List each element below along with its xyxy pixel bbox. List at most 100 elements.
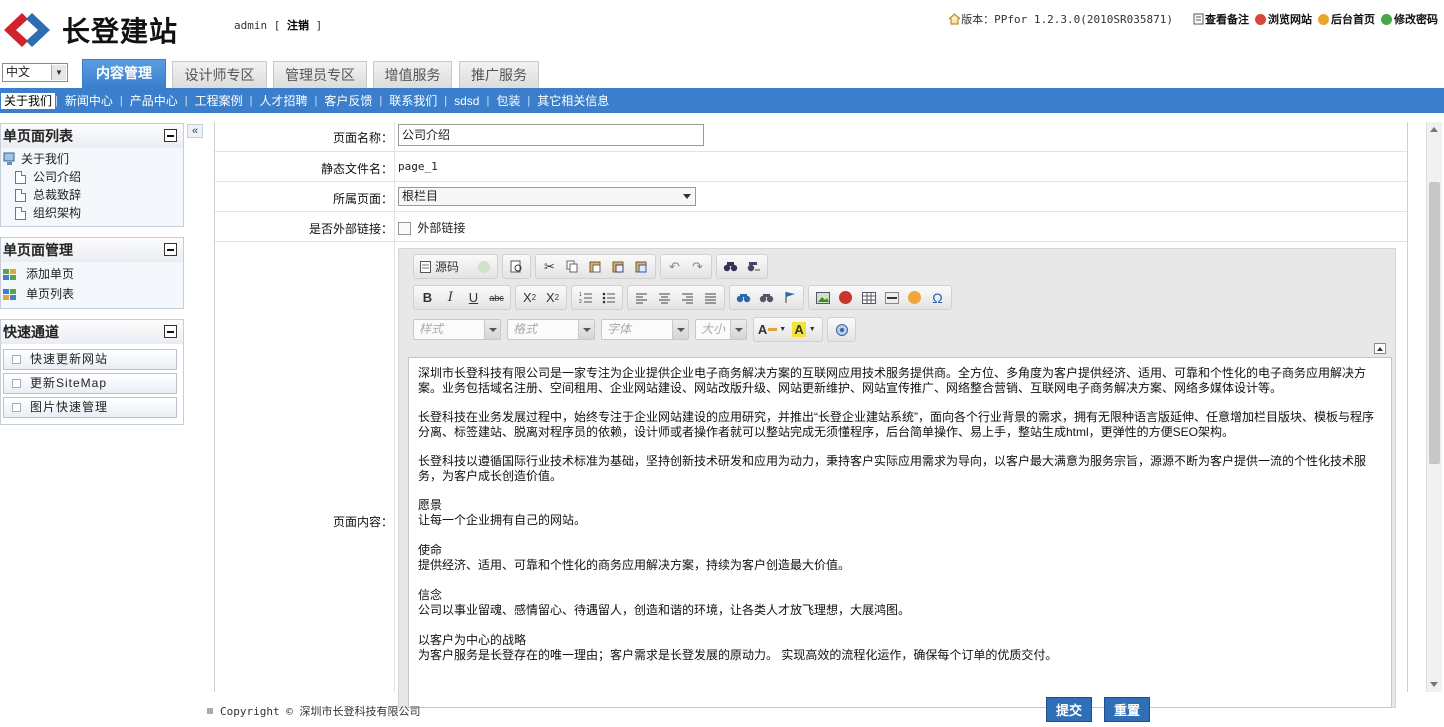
align-right-icon[interactable] <box>676 287 699 308</box>
page-list-link[interactable]: 单页列表 <box>1 284 183 304</box>
tab-content-management[interactable]: 内容管理 <box>82 59 166 88</box>
update-sitemap-button[interactable]: 更新SiteMap <box>3 373 177 394</box>
special-char-icon[interactable]: Ω <box>926 287 949 308</box>
bullet-icon <box>12 403 21 412</box>
image-manage-button[interactable]: 图片快速管理 <box>3 397 177 418</box>
bold-icon[interactable]: B <box>416 287 439 308</box>
tab-admin-zone[interactable]: 管理员专区 <box>273 61 367 88</box>
table-icon[interactable] <box>857 287 880 308</box>
language-select[interactable]: 中文 ▼ <box>2 63 68 82</box>
tree-item-org[interactable]: 组织架构 <box>1 204 183 222</box>
subnav-cases[interactable]: 工程案例 <box>188 93 250 109</box>
underline-icon[interactable]: U <box>462 287 485 308</box>
source-button[interactable]: 源码 <box>416 256 472 277</box>
editor-content-area[interactable]: 深圳市长登科技有限公司是一家专注为企业提供企业电子商务解决方案的互联网应用技术服… <box>408 357 1392 708</box>
smiley-icon[interactable] <box>903 287 926 308</box>
subnav-jobs[interactable]: 人才招聘 <box>253 93 315 109</box>
note-icon <box>1193 13 1204 25</box>
subnav-about[interactable]: 关于我们 <box>1 92 56 109</box>
parent-page-select[interactable]: 根栏目 <box>398 187 696 206</box>
tab-value-added[interactable]: 增值服务 <box>373 61 452 88</box>
bg-color-icon[interactable]: A ▼ <box>788 319 820 340</box>
reset-button[interactable]: 重置 <box>1104 697 1150 722</box>
scroll-thumb[interactable] <box>1429 182 1440 464</box>
copyright-text: Copyright © 深圳市长登科技有限公司 <box>220 705 421 718</box>
anchor-flag-icon[interactable] <box>778 287 801 308</box>
tree-item-ceo[interactable]: 总裁致辞 <box>1 186 183 204</box>
subnav-products[interactable]: 产品中心 <box>123 93 185 109</box>
italic-icon[interactable]: I <box>439 287 462 308</box>
link-icon[interactable] <box>732 287 755 308</box>
browse-site-link[interactable]: 浏览网站 <box>1255 11 1312 27</box>
align-left-icon[interactable] <box>630 287 653 308</box>
add-page-link[interactable]: 添加单页 <box>1 264 183 284</box>
strike-icon[interactable]: abc <box>485 287 508 308</box>
quick-update-button[interactable]: 快速更新网站 <box>3 349 177 370</box>
collapse-icon[interactable] <box>164 325 177 338</box>
ordered-list-icon[interactable]: 12 <box>574 287 597 308</box>
tree-root[interactable]: 关于我们 <box>1 150 183 168</box>
image-icon[interactable] <box>811 287 834 308</box>
subnav-packaging[interactable]: 包装 <box>489 93 527 109</box>
quick-title: 快速通道 <box>1 320 183 344</box>
format-combo[interactable]: 格式 <box>507 319 595 340</box>
cut-icon[interactable]: ✂ <box>538 256 561 277</box>
admin-home-link[interactable]: 后台首页 <box>1318 11 1375 27</box>
flash-icon[interactable] <box>834 287 857 308</box>
rich-text-editor: 源码 ✂ ↶ ↷ B I U abc X 2 X 2 1 2 Ω 样式 格式 字… <box>398 248 1396 708</box>
copy-icon[interactable] <box>561 256 584 277</box>
subnav-sdsd[interactable]: sdsd <box>447 93 486 109</box>
change-password-link[interactable]: 修改密码 <box>1381 11 1438 27</box>
editor-collapse-icon[interactable] <box>1374 343 1386 354</box>
subnav-contact[interactable]: 联系我们 <box>382 93 444 109</box>
unlink-icon[interactable] <box>755 287 778 308</box>
paste-word-icon[interactable] <box>630 256 653 277</box>
row-page-name: 页面名称： 公司介绍 <box>215 122 1407 152</box>
content-paragraph: 公司以事业留魂、感情留心、待遇留人，创造和谐的环境，让各类人才放飞理想，大展鸿图… <box>418 603 911 617</box>
tab-designer-zone[interactable]: 设计师专区 <box>172 61 267 88</box>
font-combo[interactable]: 字体 <box>601 319 689 340</box>
page-content-label: 页面内容： <box>332 515 393 529</box>
horizontal-rule-icon[interactable] <box>880 287 903 308</box>
subnav-news[interactable]: 新闻中心 <box>58 93 120 109</box>
view-notes-link[interactable]: 查看备注 <box>1193 11 1249 27</box>
show-blocks-icon[interactable] <box>830 319 853 340</box>
content-heading: 以客户为中心的战略 <box>418 633 527 647</box>
page-scrollbar[interactable] <box>1426 122 1442 692</box>
collapse-icon[interactable] <box>164 243 177 256</box>
text-color-icon[interactable]: A ▼ <box>756 319 788 340</box>
scroll-up-icon[interactable] <box>1430 127 1438 132</box>
subnav-other[interactable]: 其它相关信息 <box>530 93 616 109</box>
tab-promotion[interactable]: 推广服务 <box>459 61 539 88</box>
style-combo[interactable]: 样式 <box>413 319 501 340</box>
justify-icon[interactable] <box>699 287 722 308</box>
chevron-down-icon <box>683 194 691 199</box>
align-center-icon[interactable] <box>653 287 676 308</box>
collapse-icon[interactable] <box>164 129 177 142</box>
logout-link[interactable]: 注销 <box>287 19 309 32</box>
version-info: 版本：PPfor 1.2.3.0(2010SR035871) <box>948 11 1173 27</box>
redo-icon[interactable]: ↷ <box>686 256 709 277</box>
quick-panel: 快速通道 快速更新网站 更新SiteMap 图片快速管理 <box>0 319 184 425</box>
find-icon[interactable] <box>719 256 742 277</box>
size-combo[interactable]: 大小 <box>695 319 747 340</box>
tree-item-company[interactable]: 公司介绍 <box>1 168 183 186</box>
subnav-feedback[interactable]: 客户反馈 <box>317 93 379 109</box>
preview-icon[interactable] <box>505 256 528 277</box>
bullet-icon <box>12 355 21 364</box>
superscript-icon[interactable]: X2 <box>541 287 564 308</box>
scroll-down-icon[interactable] <box>1430 682 1438 687</box>
replace-icon[interactable] <box>742 256 765 277</box>
subscript-icon[interactable]: X2 <box>518 287 541 308</box>
paste-icon[interactable] <box>584 256 607 277</box>
undo-icon[interactable]: ↶ <box>663 256 686 277</box>
paste-text-icon[interactable] <box>607 256 630 277</box>
row-page-content: 页面内容： 源码 ✂ ↶ ↷ B I U abc X 2 X 2 1 2 Ω 样… <box>215 242 1407 708</box>
unordered-list-icon[interactable] <box>597 287 620 308</box>
submit-button[interactable]: 提交 <box>1046 697 1092 722</box>
collapse-sidebar-icon[interactable]: « <box>187 124 203 138</box>
save-icon[interactable] <box>472 256 495 277</box>
external-link-checkbox[interactable] <box>398 222 411 236</box>
content-paragraph: 长登科技在业务发展过程中，始终专注于企业网站建设的应用研究，并推出“长登企业建站… <box>418 410 1374 439</box>
page-name-input[interactable]: 公司介绍 <box>398 124 704 146</box>
